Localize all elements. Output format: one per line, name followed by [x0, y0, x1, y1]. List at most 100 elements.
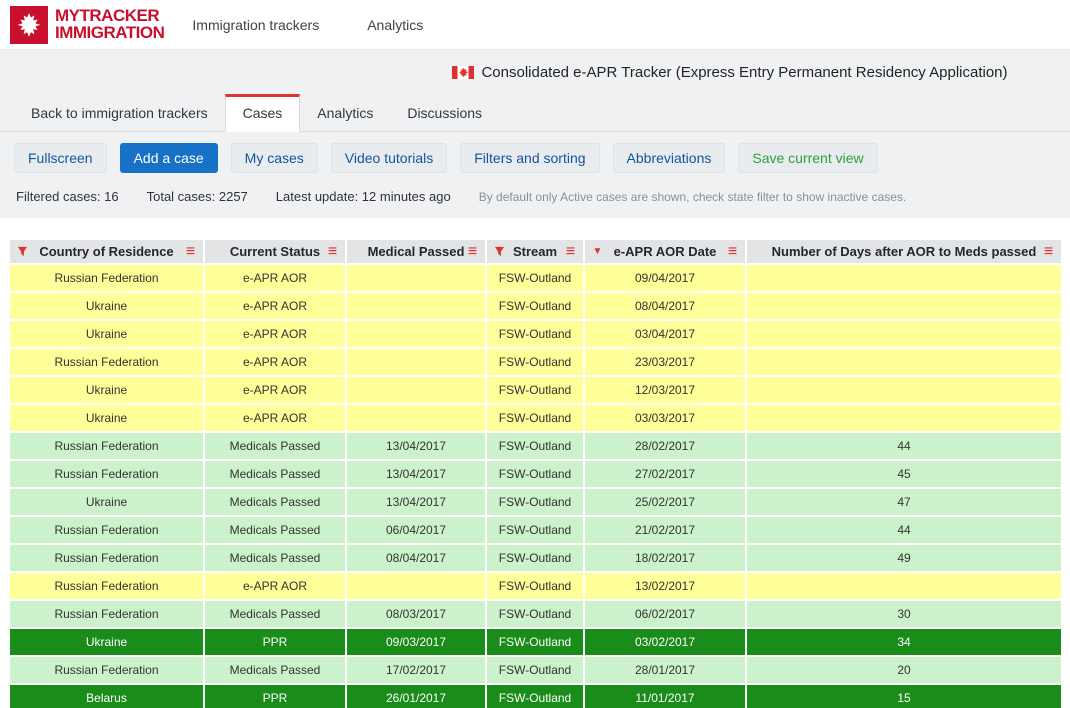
table-cell: Ukraine — [10, 405, 203, 431]
table-cell: FSW-Outland — [487, 573, 583, 599]
table-cell: PPR — [205, 685, 345, 708]
table-cell: Medicals Passed — [205, 601, 345, 627]
table-cell: 47 — [747, 489, 1061, 515]
table-cell: 28/01/2017 — [585, 657, 745, 683]
table-cell: 06/04/2017 — [347, 517, 485, 543]
table-cell: 03/03/2017 — [585, 405, 745, 431]
tab-discussions[interactable]: Discussions — [390, 95, 499, 131]
table-cell: Medicals Passed — [205, 461, 345, 487]
column-menu-icon[interactable]: ≡ — [465, 243, 480, 261]
table-cell: Russian Federation — [10, 461, 203, 487]
my-cases-button[interactable]: My cases — [230, 143, 318, 173]
table-cell: e-APR AOR — [205, 265, 345, 291]
table-cell: FSW-Outland — [487, 685, 583, 708]
table-cell: Medicals Passed — [205, 433, 345, 459]
filter-icon[interactable] — [492, 246, 507, 257]
table-cell: Medicals Passed — [205, 657, 345, 683]
save-current-view-button[interactable]: Save current view — [738, 143, 878, 173]
table-row[interactable]: Ukraine Medicals Passed 13/04/2017 FSW-Outl… — [10, 489, 1061, 515]
table-cell: 13/04/2017 — [347, 489, 485, 515]
table-cell: 28/02/2017 — [585, 433, 745, 459]
table-cell: 08/03/2017 — [347, 601, 485, 627]
table-cell: 27/02/2017 — [585, 461, 745, 487]
table-row[interactable]: Russian Federation Medicals Passed 06/04/2… — [10, 517, 1061, 543]
tab-back-to-immigration-trackers[interactable]: Back to immigration trackers — [14, 95, 225, 131]
cases-table-container: Country of Residence ≡ Current Status ≡ Medi… — [0, 218, 1070, 708]
table-row[interactable]: Russian Federation e-APR AOR FSW-Outland 23… — [10, 349, 1061, 375]
table-row[interactable]: Russian Federation Medicals Passed 08/03/2… — [10, 601, 1061, 627]
table-row[interactable]: Ukraine PPR 09/03/2017 FSW-Outland 03/02/201… — [10, 629, 1061, 655]
table-row[interactable]: Russian Federation e-APR AOR FSW-Outland 13… — [10, 573, 1061, 599]
cases-table: Country of Residence ≡ Current Status ≡ Medi… — [8, 238, 1063, 708]
cases-table-body: Russian Federation e-APR AOR FSW-Outland 09… — [10, 265, 1061, 708]
table-cell: 13/04/2017 — [347, 461, 485, 487]
table-row[interactable]: Russian Federation Medicals Passed 13/04/2… — [10, 461, 1061, 487]
column-label: Number of Days after AOR to Meds passed — [771, 244, 1037, 259]
tab-analytics[interactable]: Analytics — [300, 95, 390, 131]
table-cell: Medicals Passed — [205, 489, 345, 515]
column-label: e-APR AOR Date — [613, 244, 717, 259]
table-header-row: Country of Residence ≡ Current Status ≡ Medi… — [10, 240, 1061, 263]
table-cell: e-APR AOR — [205, 573, 345, 599]
filtered-cases-count: Filtered cases: 16 — [16, 189, 119, 204]
brand-logo[interactable]: MYTRACKER IMMIGRATION — [10, 5, 165, 44]
table-row[interactable]: Ukraine e-APR AOR FSW-Outland 12/03/2017 — [10, 377, 1061, 403]
abbreviations-button[interactable]: Abbreviations — [612, 143, 726, 173]
table-cell — [747, 293, 1061, 319]
tab-cases[interactable]: Cases — [224, 94, 301, 132]
table-cell: e-APR AOR — [205, 349, 345, 375]
table-cell: FSW-Outland — [487, 349, 583, 375]
fullscreen-button[interactable]: Fullscreen — [14, 143, 107, 173]
table-cell: Ukraine — [10, 293, 203, 319]
table-cell: 09/03/2017 — [347, 629, 485, 655]
column-menu-icon[interactable]: ≡ — [1041, 243, 1056, 261]
column-header: Country of Residence ≡ — [10, 240, 203, 263]
table-cell — [347, 321, 485, 347]
column-menu-icon[interactable]: ≡ — [725, 243, 740, 261]
nav-menu: Immigration trackers Analytics — [192, 17, 423, 33]
table-cell: 44 — [747, 517, 1061, 543]
table-row[interactable]: Ukraine e-APR AOR FSW-Outland 08/04/2017 — [10, 293, 1061, 319]
column-menu-icon[interactable]: ≡ — [183, 243, 198, 261]
table-row[interactable]: Russian Federation Medicals Passed 08/04/2… — [10, 545, 1061, 571]
table-cell — [347, 265, 485, 291]
table-cell: FSW-Outland — [487, 321, 583, 347]
sort-desc-icon[interactable]: ▼ — [590, 246, 605, 257]
table-cell: Russian Federation — [10, 601, 203, 627]
table-row[interactable]: Russian Federation Medicals Passed 13/04/2… — [10, 433, 1061, 459]
table-cell — [347, 293, 485, 319]
table-row[interactable]: Ukraine e-APR AOR FSW-Outland 03/04/2017 — [10, 321, 1061, 347]
table-cell: FSW-Outland — [487, 657, 583, 683]
table-cell: 26/01/2017 — [347, 685, 485, 708]
table-cell: FSW-Outland — [487, 545, 583, 571]
column-label: Country of Residence — [39, 244, 174, 259]
latest-update: Latest update: 12 minutes ago — [275, 189, 451, 204]
table-row[interactable]: Belarus PPR 26/01/2017 FSW-Outland 11/01/201… — [10, 685, 1061, 708]
table-cell: Russian Federation — [10, 265, 203, 291]
table-cell: FSW-Outland — [487, 433, 583, 459]
table-cell: 06/02/2017 — [585, 601, 745, 627]
total-cases-count: Total cases: 2257 — [146, 189, 248, 204]
filter-icon[interactable] — [15, 246, 30, 257]
table-row[interactable]: Russian Federation Medicals Passed 17/02/2… — [10, 657, 1061, 683]
status-bar: Filtered cases: 16 Total cases: 2257 Lat… — [0, 184, 1070, 218]
filters-and-sorting-button[interactable]: Filters and sorting — [460, 143, 600, 173]
table-cell: 08/04/2017 — [585, 293, 745, 319]
page-title: Consolidated e-APR Tracker (Express Entr… — [481, 63, 1008, 81]
table-row[interactable]: Russian Federation e-APR AOR FSW-Outland 09… — [10, 265, 1061, 291]
nav-item-immigration-trackers[interactable]: Immigration trackers — [192, 17, 319, 33]
table-cell: FSW-Outland — [487, 461, 583, 487]
table-cell: Medicals Passed — [205, 545, 345, 571]
table-cell: 12/03/2017 — [585, 377, 745, 403]
table-cell: FSW-Outland — [487, 377, 583, 403]
table-cell — [747, 573, 1061, 599]
table-row[interactable]: Ukraine e-APR AOR FSW-Outland 03/03/2017 — [10, 405, 1061, 431]
video-tutorials-button[interactable]: Video tutorials — [330, 143, 448, 173]
table-cell: 49 — [747, 545, 1061, 571]
column-menu-icon[interactable]: ≡ — [563, 243, 578, 261]
table-cell: Russian Federation — [10, 657, 203, 683]
column-menu-icon[interactable]: ≡ — [325, 243, 340, 261]
table-cell: 13/04/2017 — [347, 433, 485, 459]
nav-item-analytics[interactable]: Analytics — [367, 17, 423, 33]
add-a-case-button[interactable]: Add a case — [119, 143, 218, 173]
